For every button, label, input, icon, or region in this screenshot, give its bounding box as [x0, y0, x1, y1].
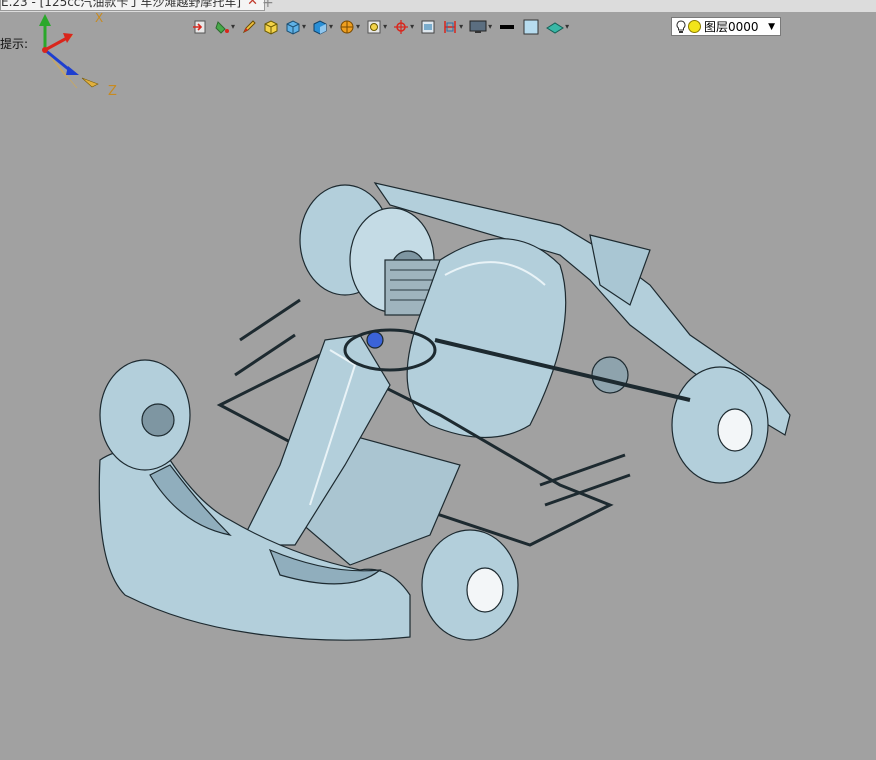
- crosshair-icon: [394, 20, 409, 34]
- paint-bucket-icon: [215, 21, 229, 34]
- section-view-button[interactable]: ▾: [337, 17, 362, 37]
- chevron-down-icon: ▾: [410, 22, 415, 31]
- chevron-down-icon: ▾: [488, 22, 493, 31]
- origin-button[interactable]: ▾: [391, 17, 416, 37]
- triad-origin: [42, 47, 48, 53]
- monitor-icon: [469, 20, 487, 33]
- box-shaded-button[interactable]: [261, 17, 281, 37]
- triad-z-label: Z: [108, 84, 117, 99]
- chevron-down-icon[interactable]: ▼: [768, 22, 775, 32]
- kart-3d-model[interactable]: [90, 175, 810, 655]
- triad-x-label: X: [95, 11, 103, 25]
- zoom-icon: [367, 20, 381, 34]
- front-right-hub: [466, 567, 504, 613]
- axis-triad: X Z: [39, 11, 117, 99]
- x-axis-arrow: [44, 36, 68, 52]
- fill-color-button[interactable]: [520, 17, 542, 37]
- chevron-down-icon: ▾: [231, 22, 236, 31]
- new-tab-icon[interactable]: +: [262, 0, 274, 11]
- chevron-down-icon: ▾: [329, 22, 334, 31]
- layer-select[interactable]: 图层0000 ▼: [671, 17, 781, 36]
- frame-icon: [421, 20, 435, 34]
- sphere-section-icon: [340, 20, 354, 34]
- cube-yellow-icon: [264, 20, 278, 35]
- y-axis-head: [39, 14, 51, 26]
- import-icon: [193, 20, 206, 34]
- tab-strip: E.23 - [125cc汽油款卡丁车沙滩越野摩托车] ✕ +: [0, 0, 876, 12]
- material-button[interactable]: ▾: [544, 17, 571, 37]
- chevron-down-icon: ▾: [383, 22, 388, 31]
- layer-color-swatch: [688, 20, 701, 33]
- steering-hub: [366, 331, 384, 349]
- line-color-icon: [500, 25, 515, 29]
- close-tab-icon[interactable]: ✕: [247, 0, 258, 10]
- sketch-tool-button[interactable]: [239, 17, 259, 37]
- display-mode-button[interactable]: ▾: [467, 17, 494, 37]
- render-mode-button[interactable]: ▾: [212, 17, 237, 37]
- lightbulb-icon: [676, 19, 686, 33]
- import-view-button[interactable]: [190, 17, 210, 37]
- chevron-down-icon: ▾: [565, 22, 570, 31]
- chevron-down-icon: ▾: [302, 22, 307, 31]
- rear-right-hub: [717, 408, 753, 452]
- chevron-down-icon: ▾: [459, 22, 464, 31]
- line-color-button[interactable]: [496, 17, 518, 37]
- pencil-icon: [242, 20, 256, 34]
- zoom-fit-button[interactable]: ▾: [364, 17, 389, 37]
- window-frame-button[interactable]: [418, 17, 438, 37]
- document-tab-title: E.23 - [125cc汽油款卡丁车沙滩越野摩托车]: [1, 0, 242, 9]
- view-orientation-button[interactable]: ▾: [310, 17, 335, 37]
- chevron-down-icon: ▾: [356, 22, 361, 31]
- brake-disc: [591, 356, 629, 394]
- fill-color-icon: [523, 19, 539, 35]
- material-icon: [546, 22, 565, 34]
- dimension-icon: [444, 21, 456, 33]
- cube-blue-icon: [286, 20, 300, 35]
- view-toolbar: ▾ ▾ ▾ ▾ ▾ ▾ ▾ ▾ ▾: [190, 16, 571, 38]
- hint-label: 提示:: [0, 37, 29, 51]
- view-cube-icon: [313, 20, 327, 35]
- dimension-button[interactable]: ▾: [440, 17, 465, 37]
- z-pointer: [81, 77, 99, 88]
- front-left-hub: [141, 403, 175, 437]
- box-wire-button[interactable]: ▾: [283, 17, 308, 37]
- z-axis-head: [66, 66, 79, 75]
- layer-select-value: 图层0000: [704, 20, 759, 34]
